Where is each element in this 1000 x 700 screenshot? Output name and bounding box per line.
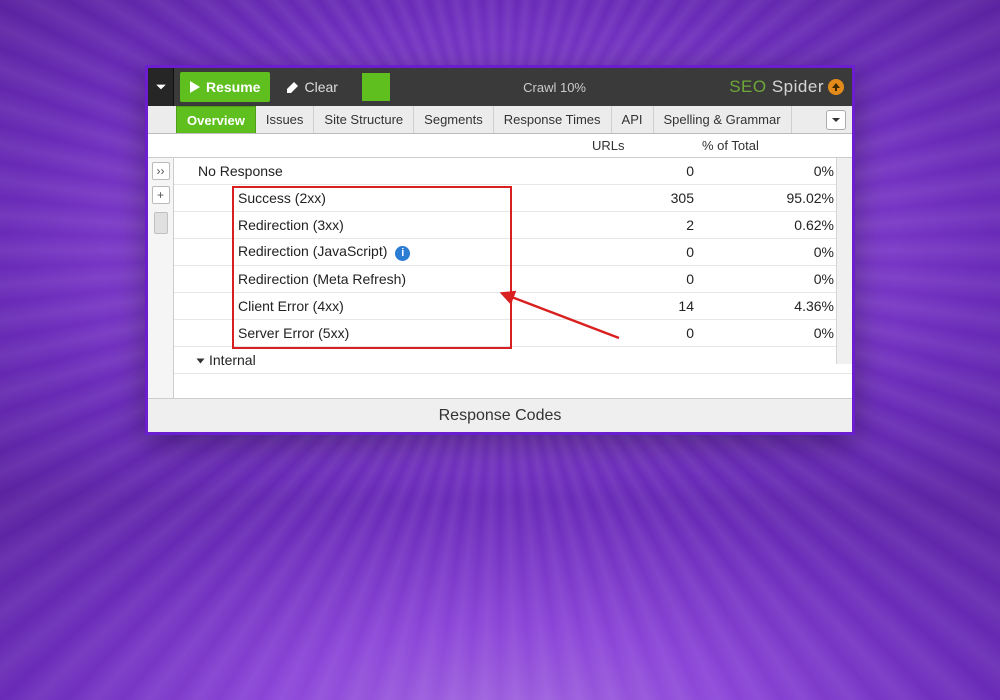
progress-indicator[interactable] — [362, 73, 390, 101]
app-window: Resume Clear Crawl 10% SEO Spider Overvi… — [145, 65, 855, 435]
table-row[interactable]: Redirection (Meta Refresh) 0 0% — [174, 266, 852, 293]
row-pct: 0% — [702, 163, 852, 179]
upgrade-button[interactable] — [828, 79, 844, 95]
overview-body: ›› + No Response 0 0% Success (2xx) 305 … — [148, 158, 852, 398]
row-urls: 0 — [592, 271, 702, 287]
row-urls: 0 — [592, 325, 702, 341]
tab-api[interactable]: API — [612, 106, 654, 133]
row-pct: 0% — [702, 325, 852, 341]
tab-site-structure[interactable]: Site Structure — [314, 106, 414, 133]
chevron-down-icon — [155, 81, 167, 93]
row-urls: 305 — [592, 190, 702, 206]
row-pct: 0% — [702, 271, 852, 287]
panel-title: Response Codes — [148, 398, 852, 432]
rows-area: No Response 0 0% Success (2xx) 305 95.02… — [174, 158, 852, 398]
row-label: Success (2xx) — [198, 190, 592, 206]
tab-label: API — [622, 112, 643, 127]
row-label: Redirection (Meta Refresh) — [198, 271, 592, 287]
row-pct: 4.36% — [702, 298, 852, 314]
row-label: No Response — [198, 163, 592, 179]
clear-button[interactable]: Clear — [274, 68, 347, 106]
tab-label: Issues — [266, 112, 304, 127]
crawl-status: Crawl 10% — [390, 80, 719, 95]
row-label: Redirection (3xx) — [198, 217, 592, 233]
row-label: Server Error (5xx) — [198, 325, 592, 341]
play-icon — [186, 79, 202, 95]
row-urls: 14 — [592, 298, 702, 314]
tab-issues[interactable]: Issues — [256, 106, 315, 133]
tab-label: Overview — [187, 113, 245, 128]
table-row[interactable]: Client Error (4xx) 14 4.36% — [174, 293, 852, 320]
table-row[interactable]: No Response 0 0% — [174, 158, 852, 185]
tab-spelling-grammar[interactable]: Spelling & Grammar — [654, 106, 792, 133]
row-urls: 2 — [592, 217, 702, 233]
row-label: Client Error (4xx) — [198, 298, 592, 314]
resume-label: Resume — [206, 79, 260, 95]
row-urls: 0 — [592, 163, 702, 179]
brand-seo: SEO — [729, 77, 766, 96]
col-pct-header: % of Total — [702, 138, 852, 153]
mode-dropdown[interactable] — [148, 68, 174, 106]
row-urls: 0 — [592, 244, 702, 260]
tab-overview[interactable]: Overview — [176, 106, 256, 133]
clear-label: Clear — [304, 79, 337, 95]
tab-segments[interactable]: Segments — [414, 106, 494, 133]
col-urls-header: URLs — [592, 138, 702, 153]
tab-label: Segments — [424, 112, 483, 127]
tabs-overflow-button[interactable] — [826, 110, 846, 130]
eraser-icon — [284, 79, 300, 95]
group-label: Internal — [198, 352, 592, 368]
tab-label: Spelling & Grammar — [664, 112, 781, 127]
panel-title-text: Response Codes — [439, 407, 562, 425]
left-rail: ›› + — [148, 158, 174, 398]
info-icon[interactable]: i — [395, 246, 410, 261]
arrow-up-icon — [831, 82, 841, 92]
group-row-internal[interactable]: Internal — [174, 347, 852, 374]
caret-down-icon — [197, 359, 205, 364]
table-row[interactable]: Redirection (3xx) 2 0.62% — [174, 212, 852, 239]
add-button[interactable]: + — [152, 186, 170, 204]
columns-header: URLs % of Total — [148, 134, 852, 158]
table-row[interactable]: Redirection (JavaScript) i 0 0% — [174, 239, 852, 266]
row-label: Redirection (JavaScript) i — [198, 243, 592, 261]
tab-label: Response Times — [504, 112, 601, 127]
brand-spider: Spider — [767, 77, 824, 96]
row-pct: 0.62% — [702, 217, 852, 233]
table-row[interactable]: Server Error (5xx) 0 0% — [174, 320, 852, 347]
toolbar: Resume Clear Crawl 10% SEO Spider — [148, 68, 852, 106]
row-pct: 95.02% — [702, 190, 852, 206]
expand-right-button[interactable]: ›› — [152, 162, 170, 180]
row-pct: 0% — [702, 244, 852, 260]
tab-strip: Overview Issues Site Structure Segments … — [148, 106, 852, 134]
tab-response-times[interactable]: Response Times — [494, 106, 612, 133]
resume-button[interactable]: Resume — [180, 72, 270, 102]
chevron-down-icon — [831, 115, 841, 125]
scrollbar[interactable] — [836, 158, 852, 364]
table-row[interactable]: Success (2xx) 305 95.02% — [174, 185, 852, 212]
rail-drag-handle[interactable] — [154, 212, 168, 234]
tab-label: Site Structure — [324, 112, 403, 127]
